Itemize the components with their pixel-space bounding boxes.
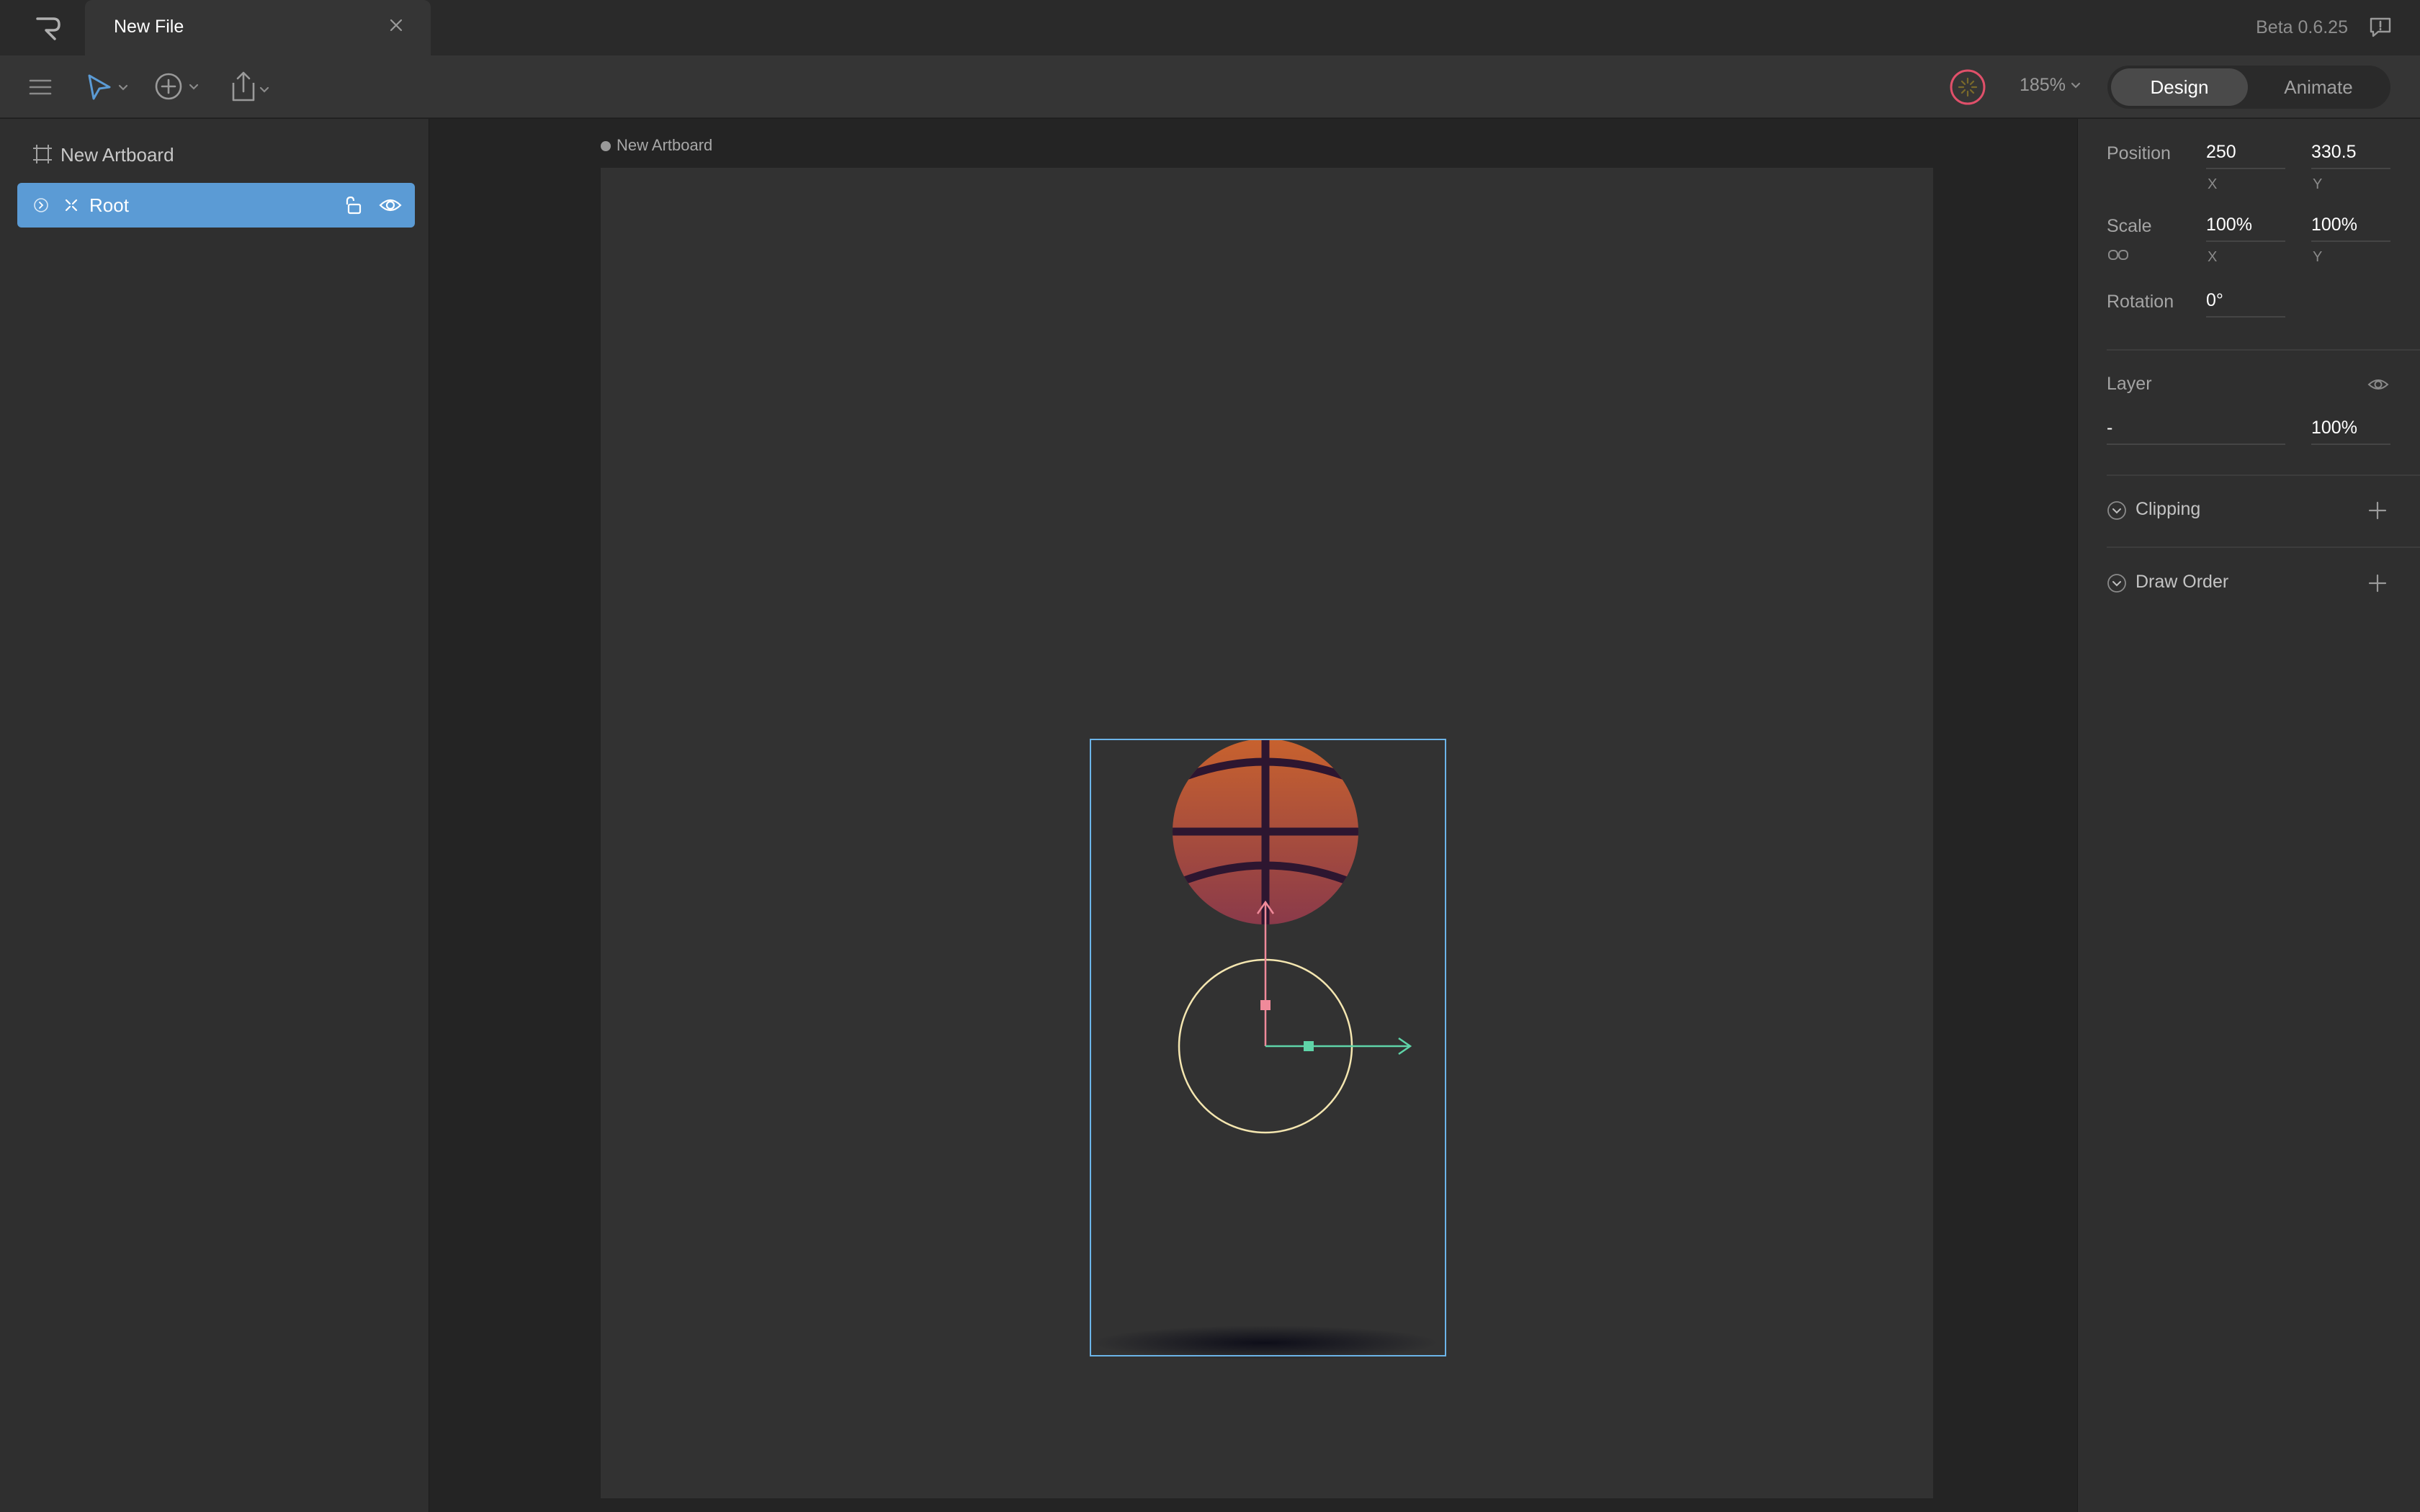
layer-label: Layer xyxy=(2107,374,2152,394)
artboard-title[interactable]: New Artboard xyxy=(617,136,712,155)
clipping-label[interactable]: Clipping xyxy=(2136,499,2200,520)
ball-shadow[interactable] xyxy=(1093,1326,1438,1360)
scale-label: Scale xyxy=(2107,216,2152,236)
select-tool-icon[interactable] xyxy=(85,71,131,103)
position-x-axis-label: X xyxy=(2208,176,2218,192)
position-x-input[interactable]: 250 xyxy=(2206,140,2285,169)
artboard[interactable] xyxy=(601,168,1933,1498)
rotation-label: Rotation xyxy=(2107,292,2174,312)
scale-x-axis-label: X xyxy=(2208,249,2218,265)
position-y-input[interactable]: 330.5 xyxy=(2311,140,2390,169)
mode-toggle: Design Animate xyxy=(2107,66,2390,109)
x-axis-handle[interactable] xyxy=(1265,1037,1412,1056)
zoom-level[interactable]: 185% xyxy=(2020,75,2066,96)
opacity-input[interactable]: 100% xyxy=(2311,416,2390,445)
hierarchy-panel: New Artboard Root xyxy=(0,119,429,1512)
unlock-icon[interactable] xyxy=(343,194,364,216)
blend-mode-input[interactable]: - xyxy=(2107,416,2285,445)
artboard-label: New Artboard xyxy=(60,144,174,166)
rotation-input[interactable]: 0° xyxy=(2206,289,2285,318)
position-y-axis-label: Y xyxy=(2313,176,2323,192)
version-label: Beta 0.6.25 xyxy=(2256,17,2348,37)
status-indicator-icon[interactable] xyxy=(1949,68,1986,106)
canvas[interactable]: New Artboard xyxy=(429,119,2077,1512)
inspector-panel: Position 250 330.5 X Y Scale 100% 100% X… xyxy=(2077,119,2420,1512)
menu-icon[interactable] xyxy=(27,74,53,100)
add-draw-order-icon[interactable] xyxy=(2367,573,2388,593)
eye-icon[interactable] xyxy=(379,195,402,215)
section-divider xyxy=(2107,546,2420,548)
feedback-icon[interactable] xyxy=(2368,16,2393,39)
section-divider xyxy=(2107,349,2420,351)
artboard-scene xyxy=(1090,737,1446,1360)
expand-toggle-icon[interactable] xyxy=(33,197,49,213)
title-bar: New File Beta 0.6.25 xyxy=(0,0,2420,55)
tab-title: New File xyxy=(114,17,184,37)
eye-icon[interactable] xyxy=(2367,376,2389,393)
link-scale-icon[interactable] xyxy=(2107,247,2130,263)
chevron-down-icon[interactable] xyxy=(2107,573,2127,593)
scale-y-input[interactable]: 100% xyxy=(2311,213,2390,242)
root-label: Root xyxy=(89,194,129,216)
toolbar: 185% Design Animate xyxy=(0,55,2420,118)
close-icon[interactable] xyxy=(387,17,405,34)
chevron-down-icon[interactable] xyxy=(2070,80,2081,91)
hierarchy-root-item[interactable]: Root xyxy=(17,183,415,228)
artboard-marker xyxy=(601,141,611,151)
add-tool-icon[interactable] xyxy=(153,70,202,103)
draw-order-label[interactable]: Draw Order xyxy=(2136,572,2228,593)
basketball[interactable] xyxy=(1170,737,1361,927)
position-label: Position xyxy=(2107,143,2171,163)
artboard-icon xyxy=(33,145,52,163)
rive-logo-icon[interactable] xyxy=(26,13,69,43)
design-mode-button[interactable]: Design xyxy=(2111,68,2248,106)
scale-y-axis-label: Y xyxy=(2313,249,2323,265)
file-tab[interactable]: New File xyxy=(85,0,431,55)
scale-x-input[interactable]: 100% xyxy=(2206,213,2285,242)
section-divider xyxy=(2107,474,2420,476)
chevron-down-icon[interactable] xyxy=(2107,500,2127,521)
node-icon xyxy=(65,199,78,212)
add-clipping-icon[interactable] xyxy=(2367,500,2388,521)
export-tool-icon[interactable] xyxy=(228,70,274,103)
animate-mode-button[interactable]: Animate xyxy=(2250,68,2387,106)
